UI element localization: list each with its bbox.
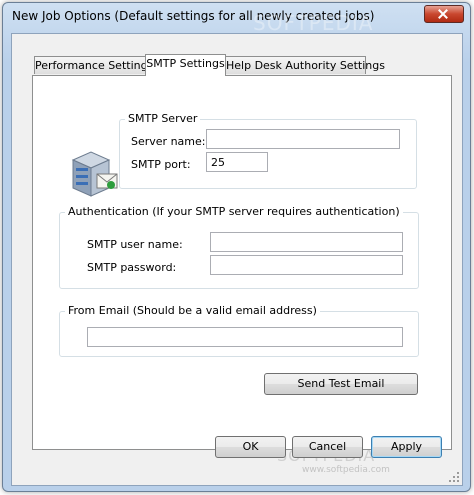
tab-help-desk-authority-settings[interactable]: Help Desk Authority Settings: [225, 56, 385, 74]
server-name-label: Server name:: [131, 135, 206, 148]
authentication-legend: Authentication (If your SMTP server requ…: [65, 205, 403, 218]
smtp-server-legend: SMTP Server: [125, 112, 201, 125]
smtp-password-label: SMTP password:: [87, 261, 177, 274]
ok-button[interactable]: OK: [215, 436, 286, 458]
tab-smtp-settings[interactable]: SMTP Settings: [145, 54, 226, 76]
smtp-username-input[interactable]: [210, 232, 403, 252]
smtp-password-input[interactable]: [210, 255, 403, 275]
dialog-window: New Job Options (Default settings for al…: [2, 2, 471, 492]
dialog-client-area: Performance Settings SMTP Settings Help …: [11, 33, 463, 486]
close-button[interactable]: [424, 5, 464, 23]
cancel-button[interactable]: Cancel: [292, 436, 363, 458]
tab-performance-settings[interactable]: Performance Settings: [34, 56, 153, 74]
smtp-username-label: SMTP user name:: [87, 238, 183, 251]
server-icon: [71, 151, 118, 197]
smtp-port-input[interactable]: [206, 152, 268, 172]
smtp-port-label: SMTP port:: [131, 158, 191, 171]
server-name-input[interactable]: [206, 129, 400, 149]
apply-button[interactable]: Apply: [371, 436, 442, 458]
resize-grip-icon[interactable]: [448, 471, 460, 483]
watermark-url: www.softpedia.com: [302, 465, 390, 475]
from-email-input[interactable]: [87, 327, 403, 347]
smtp-settings-panel: SMTP Server Server name: SMTP port: Auth…: [32, 75, 452, 450]
send-test-email-button[interactable]: Send Test Email: [264, 373, 418, 395]
from-email-legend: From Email (Should be a valid email addr…: [65, 304, 320, 317]
title-bar[interactable]: New Job Options (Default settings for al…: [3, 3, 470, 35]
watermark-top: SOFTPEDIA: [253, 11, 374, 35]
